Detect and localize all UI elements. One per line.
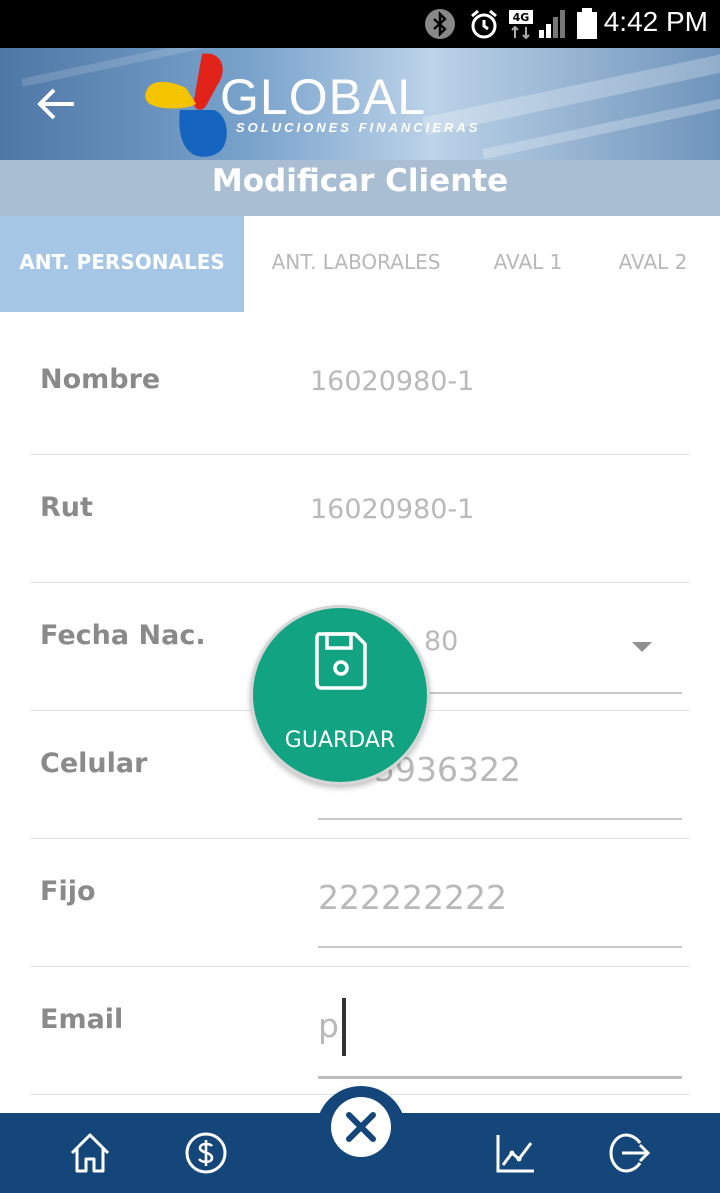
battery-icon — [577, 8, 597, 39]
logo-text: GLOBAL — [220, 69, 427, 125]
save-button-label: GUARDAR — [284, 728, 396, 753]
rut-value: 16020980-1 — [310, 494, 475, 525]
tab-aval-2[interactable]: AVAL 2 — [600, 216, 706, 312]
fijo-value: 222222222 — [318, 878, 507, 917]
signal-icon — [539, 10, 565, 38]
svg-text:4G: 4G — [513, 11, 530, 24]
form-row-email: Email p — [30, 966, 690, 1095]
tab-aval-1[interactable]: AVAL 1 — [478, 216, 578, 312]
status-bar: 4G 4:42 PM — [0, 0, 720, 48]
nombre-value: 16020980-1 — [310, 366, 475, 397]
chart-icon[interactable] — [494, 1131, 538, 1175]
save-icon — [315, 632, 367, 690]
logo-subtitle: SOLUCIONES FINANCIERAS — [236, 120, 481, 135]
fecha-nac-label: Fecha Nac. — [40, 620, 206, 651]
tab-ant-laborales[interactable]: ANT. LABORALES — [254, 216, 458, 312]
rut-label: Rut — [40, 492, 93, 523]
alarm-icon — [471, 9, 497, 39]
back-arrow-icon[interactable] — [34, 86, 78, 122]
tab-bar: ANT. PERSONALES ANT. LABORALES AVAL 1 AV… — [0, 216, 720, 312]
chevron-down-icon — [632, 642, 652, 652]
form-row-fijo: Fijo 222222222 — [30, 838, 690, 967]
app-header: GLOBAL SOLUCIONES FINANCIERAS — [0, 48, 720, 160]
logout-icon[interactable] — [608, 1131, 652, 1175]
email-input[interactable]: p — [318, 992, 682, 1079]
fecha-nac-value: 80 — [424, 626, 459, 657]
title-bar: Modificar Cliente — [0, 160, 720, 216]
close-button[interactable] — [331, 1097, 391, 1157]
tab-ant-personales[interactable]: ANT. PERSONALES — [0, 216, 244, 312]
nombre-label: Nombre — [40, 364, 161, 395]
email-label: Email — [40, 1004, 124, 1035]
home-icon[interactable] — [68, 1131, 112, 1175]
page-title: Modificar Cliente — [211, 163, 509, 199]
email-value: p — [318, 1006, 339, 1045]
close-icon — [346, 1112, 376, 1142]
network-4g-icon: 4G — [509, 10, 533, 40]
fijo-label: Fijo — [40, 876, 96, 907]
bluetooth-icon — [425, 9, 455, 39]
celular-label: Celular — [40, 748, 148, 779]
form-row-nombre: Nombre 16020980-1 — [30, 326, 690, 455]
dollar-icon[interactable] — [184, 1131, 228, 1175]
save-button[interactable]: GUARDAR — [250, 605, 430, 785]
text-caret — [342, 998, 346, 1056]
fijo-input[interactable]: 222222222 — [318, 864, 682, 948]
status-time: 4:42 PM — [603, 6, 708, 37]
form-row-rut: Rut 16020980-1 — [30, 454, 690, 583]
